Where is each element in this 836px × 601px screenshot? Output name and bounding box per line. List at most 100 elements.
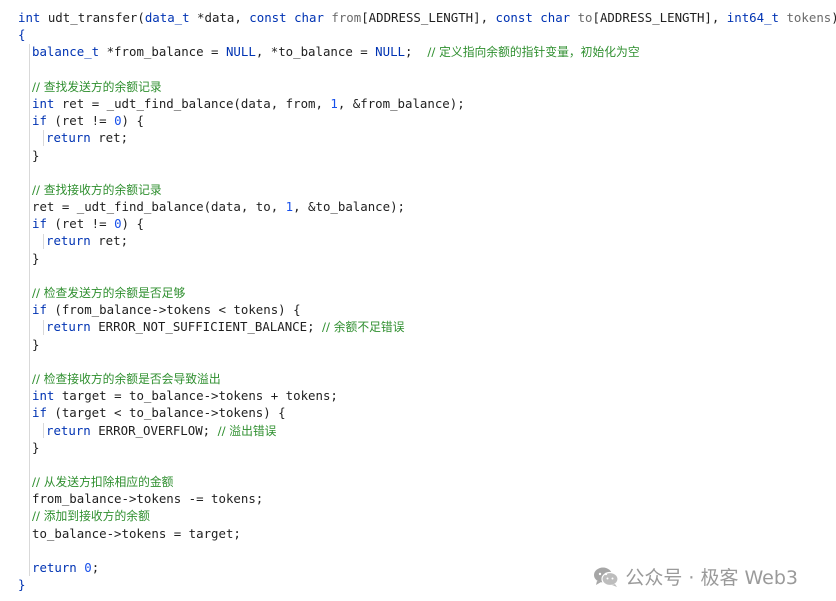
indent-guide (43, 233, 44, 249)
code-token: data_t (144, 10, 190, 25)
code-block: int udt_transfer(data_t *data, const cha… (18, 9, 836, 593)
code-token: } (32, 439, 40, 455)
code-token: // 溢出错误 (217, 423, 277, 438)
watermark: 公众号 · 极客 Web3 (593, 563, 798, 590)
code-line: return ret; (18, 129, 828, 146)
code-token: udt_transfer( (40, 10, 145, 25)
code-token: to (570, 10, 593, 25)
code-token: (from_balance->tokens < tokens) { (46, 302, 301, 318)
code-token: // 余额不足错误 (322, 320, 405, 335)
code-token: int (18, 10, 41, 25)
code-token: // 添加到接收方的余额 (32, 509, 150, 524)
code-line: return ERROR_OVERFLOW; // 溢出错误 (18, 422, 828, 439)
code-token: char (294, 10, 324, 25)
code-token: [ADDRESS_LENGTH], (361, 10, 496, 25)
code-token: // 定义指向余额的指针变量，初始化为空 (427, 45, 640, 60)
code-token: ret = _udt_find_balance(data, to, (32, 199, 286, 215)
code-token: return (32, 560, 77, 575)
code-line: if (ret != 0) { (18, 215, 828, 232)
indent-guide (29, 44, 30, 576)
code-line: } (18, 439, 828, 456)
code-line: if (from_balance->tokens < tokens) { (18, 301, 828, 318)
code-line: return ret; (18, 232, 828, 249)
code-token: if (32, 216, 47, 232)
code-token: // 检查接收方的余额是否会导致溢出 (32, 371, 221, 386)
code-token: int (32, 388, 55, 404)
code-token: *data, (189, 10, 250, 25)
code-token: ret; (90, 233, 129, 249)
code-token: (target < to_balance->tokens) { (46, 405, 286, 421)
code-token: , &from_balance); (337, 95, 465, 111)
code-token: return (46, 233, 91, 249)
code-token: , *to_balance = (255, 44, 376, 60)
code-line: // 查找接收方的余额记录 (18, 181, 828, 198)
code-line: ret = _udt_find_balance(data, to, 1, &to… (18, 198, 828, 215)
code-token: } (32, 336, 40, 352)
code-line: return ERROR_NOT_SUFFICIENT_BALANCE; // … (18, 318, 828, 335)
code-token: ERROR_OVERFLOW; (90, 422, 218, 438)
code-token: const (495, 10, 533, 25)
code-token: 0 (84, 560, 92, 575)
code-token: // 检查发送方的余额是否足够 (32, 286, 186, 300)
code-token: // 查找接收方的余额记录 (32, 182, 162, 197)
code-line: int target = to_balance->tokens + tokens… (18, 387, 828, 404)
code-token: if (32, 405, 47, 421)
code-line: // 查找发送方的余额记录 (18, 78, 828, 95)
wechat-icon (593, 566, 619, 588)
code-token: 0 (114, 113, 122, 129)
code-token: NULL (375, 44, 406, 60)
code-token: int (32, 95, 55, 111)
code-token: int64_t (726, 10, 780, 25)
code-line: from_balance->tokens -= tokens; (18, 490, 828, 507)
code-token: } (32, 250, 40, 266)
code-token: 0 (114, 216, 122, 232)
code-line: to_balance->tokens = target; (18, 525, 828, 542)
code-token: target = to_balance->tokens + tokens; (54, 388, 338, 404)
indent-guide (43, 422, 44, 438)
code-line: if (ret != 0) { (18, 112, 828, 129)
code-line: } (18, 336, 828, 353)
code-line: { (18, 26, 828, 43)
code-token: char (540, 10, 571, 25)
code-token: to_balance->tokens = target; (32, 525, 241, 541)
code-token: ; (91, 560, 100, 575)
code-token: ERROR_NOT_SUFFICIENT_BALANCE; (90, 319, 323, 335)
code-token: } (18, 577, 26, 593)
code-line: if (target < to_balance->tokens) { (18, 404, 828, 421)
code-token: 1 (330, 95, 338, 111)
code-token: ret; (90, 130, 129, 146)
code-line: // 检查发送方的余额是否足够 (18, 284, 828, 301)
code-token: return (46, 130, 91, 146)
watermark-text: 公众号 · 极客 Web3 (625, 567, 798, 589)
code-token: NULL (225, 44, 256, 60)
code-line: // 检查接收方的余额是否会导致溢出 (18, 370, 828, 387)
indent-guide (43, 130, 44, 146)
code-line: } (18, 147, 828, 164)
code-token: *from_balance = (99, 44, 226, 60)
code-token: balance_t (32, 44, 100, 60)
code-token: 1 (285, 199, 294, 215)
code-token: // 查找发送方的余额记录 (32, 79, 162, 94)
code-line: // 添加到接收方的余额 (18, 507, 828, 524)
code-line: int ret = _udt_find_balance(data, from, … (18, 95, 828, 112)
code-line: int udt_transfer(data_t *data, const cha… (18, 9, 836, 26)
indent-guide (43, 319, 44, 335)
code-token: from_balance->tokens -= tokens; (32, 491, 264, 507)
code-token: { (18, 27, 26, 43)
code-token: from (323, 10, 362, 25)
code-token: if (32, 113, 47, 129)
code-token: return (46, 319, 91, 335)
code-token: return (46, 422, 91, 438)
code-token: ) { (121, 216, 144, 232)
code-line: balance_t *from_balance = NULL, *to_bala… (18, 43, 828, 60)
code-token: [ADDRESS_LENGTH], (592, 10, 727, 25)
code-token: (ret != (46, 216, 115, 232)
code-line: // 从发送方扣除相应的金额 (18, 473, 828, 490)
code-token: , &to_balance); (293, 199, 406, 215)
